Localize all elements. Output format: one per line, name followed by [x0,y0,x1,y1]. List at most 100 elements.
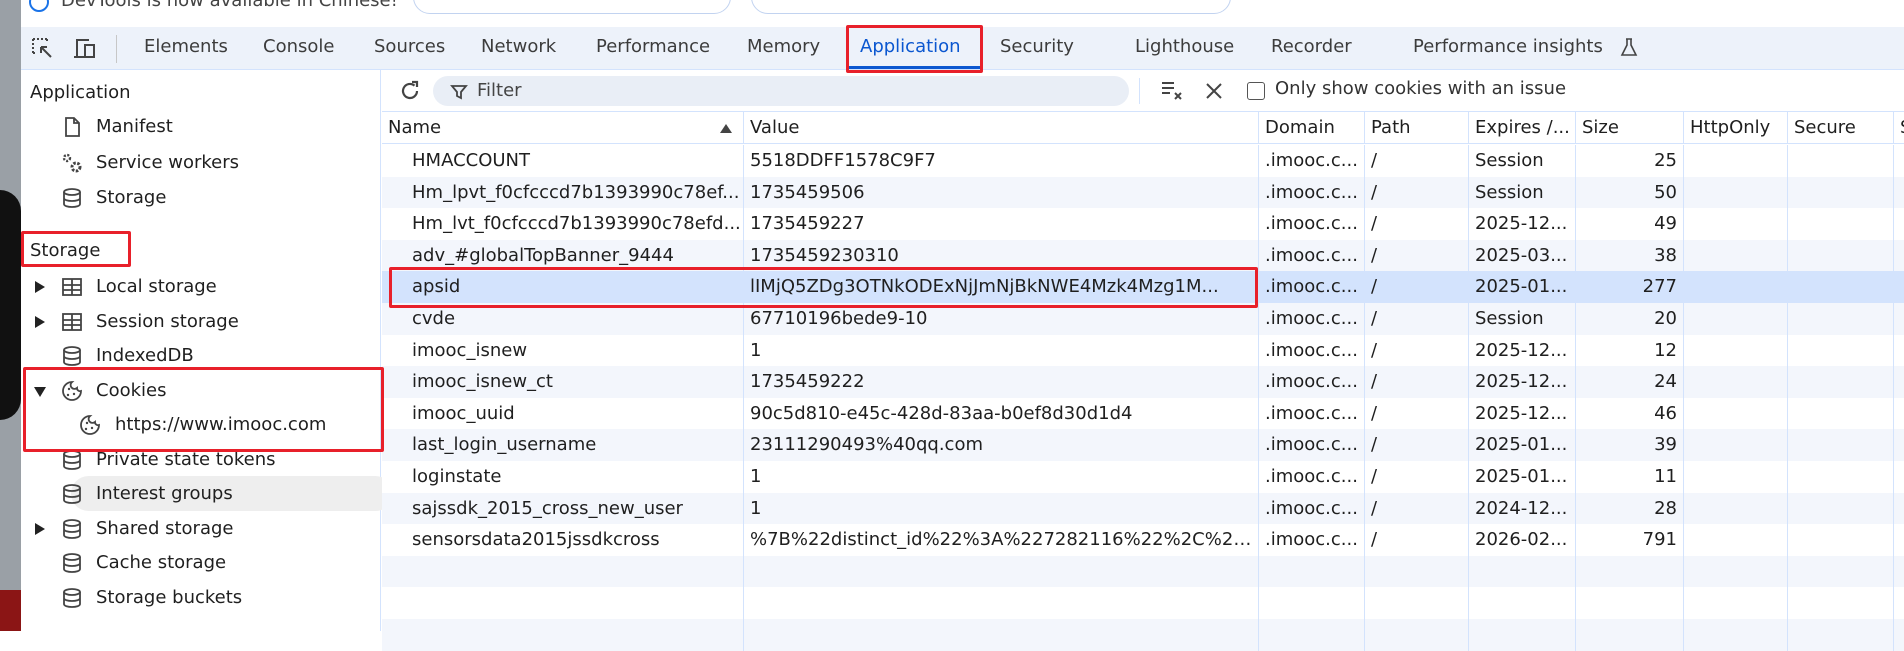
cell-name [382,619,744,651]
cell-expires: 2025-01... [1469,461,1576,493]
cell-size: 277 [1576,271,1684,303]
sidebar-item-label: Manifest [96,116,173,137]
tab-network[interactable]: Network [481,36,556,57]
tab-performance[interactable]: Performance [596,36,710,57]
tab-elements[interactable]: Elements [144,36,228,57]
column-header-value[interactable]: Value [744,112,1259,144]
cell-value: 1735459506 [744,176,1259,209]
expand-arrow-icon[interactable] [35,522,45,535]
sidebar-item-cache-storage[interactable]: Cache storage [21,548,381,578]
expand-arrow-icon[interactable] [35,315,45,328]
cell-name: Hm_lpvt_f0cfcccd7b1393990c78ef... [382,176,744,209]
expand-arrow-icon[interactable] [35,281,45,293]
filter-input[interactable]: Filter [433,76,1129,106]
column-header-httponly[interactable]: HttpOnly [1684,112,1788,144]
tab-sources[interactable]: Sources [374,36,445,57]
table-row[interactable]: imooc_uuid 90c5d810-e45c-428d-83aa-b0ef8d… [382,397,1904,430]
column-header-domain[interactable]: Domain [1259,112,1365,144]
cell-path: / [1365,366,1469,398]
table-row[interactable] [382,587,1904,619]
cell-path: / [1365,397,1469,430]
cell-domain: .imooc.c... [1259,429,1365,461]
table-row[interactable]: sensorsdata2015jssdkcross %7B%22distinct_… [382,524,1904,556]
sidebar-item-local-storage[interactable]: Local storage [21,272,381,302]
tab-lighthouse[interactable]: Lighthouse [1135,36,1234,57]
cell-secure [1788,429,1894,461]
table-row[interactable]: Hm_lvt_f0cfcccd7b1393990c78efd... 1735459… [382,208,1904,240]
column-header-expires[interactable]: Expires /... [1469,112,1576,144]
device-toolbar-icon[interactable] [73,37,99,61]
table-row[interactable]: sajssdk_2015_cross_new_user 1 .imooc.c... /… [382,492,1904,525]
cell-httponly [1684,429,1788,461]
cell-expires: 2025-12... [1469,208,1576,240]
sidebar-item-shared-storage[interactable]: Shared storage [21,514,381,544]
banner-button[interactable] [413,0,731,14]
table-row[interactable]: imooc_isnew_ct 1735459222 .imooc.c.../2025… [382,366,1904,398]
cell-domain [1259,555,1365,588]
tab-memory[interactable]: Memory [747,36,820,57]
sidebar-item-manifest[interactable]: Manifest [21,112,381,142]
sidebar-item-storage[interactable]: Storage [21,183,381,213]
table-row[interactable]: imooc_isnew 1 .imooc.c.../2025-12... 12 [382,334,1904,367]
tab-recorder[interactable]: Recorder [1271,36,1352,57]
cell-name: sensorsdata2015jssdkcross [382,524,744,556]
sidebar-item-service-workers[interactable]: Service workers [21,148,381,178]
inspect-element-icon[interactable] [31,37,55,61]
sidebar-item-label: Shared storage [96,517,234,539]
clear-filtered-cookies-icon[interactable] [1160,79,1186,103]
table-row[interactable]: last_login_username 23111290493%40qq.com.… [382,429,1904,461]
application-sidebar: Application Manifest Service workers Storag… [21,70,393,631]
column-header-size[interactable]: Size [1576,112,1684,144]
cookies-table: Name Value Domain Path Expires /... Size HttpO… [382,112,1904,651]
only-issues-label: Only show cookies with an issue [1275,78,1567,99]
database-icon [63,518,81,539]
sidebar-item-session-storage[interactable]: Session storage [21,307,381,337]
banner-button[interactable] [751,0,1231,14]
table-row[interactable] [382,619,1904,651]
cell-httponly [1684,145,1788,177]
cell-domain: .imooc.c... [1259,145,1365,177]
cell-path: / [1365,239,1469,272]
column-header-secure[interactable]: Secure [1788,112,1894,144]
cell-path: / [1365,461,1469,493]
sidebar-item-storage-buckets[interactable]: Storage buckets [21,583,381,613]
sidebar-item-label: Application [30,82,131,103]
cell-expires: 2026-02... [1469,524,1576,556]
table-row[interactable]: loginstate 1 .imooc.c.../2025-01... 11 [382,461,1904,493]
cell-domain: .imooc.c... [1259,461,1365,493]
cell-value: 1 [744,334,1259,367]
cell-expires: 2024-12... [1469,492,1576,525]
column-header-name[interactable]: Name [382,112,744,144]
cell-httponly [1684,492,1788,525]
cell-secure [1788,208,1894,240]
cell-size: 38 [1576,239,1684,272]
only-issues-checkbox[interactable] [1247,82,1265,100]
cell-s [1894,366,1904,398]
cell-httponly [1684,208,1788,240]
cell-secure [1788,492,1894,525]
table-row[interactable]: Hm_lpvt_f0cfcccd7b1393990c78ef... 1735459… [382,176,1904,209]
cell-httponly [1684,397,1788,430]
database-icon [63,188,81,208]
tab-performance-insights[interactable]: Performance insights [1413,36,1603,57]
cell-path: / [1365,334,1469,367]
cell-value: 5518DDFF1578C9F7 [744,145,1259,177]
cell-domain: .imooc.c... [1259,366,1365,398]
sidebar-item-interest-groups[interactable]: Interest groups [21,479,381,509]
tab-security[interactable]: Security [1000,36,1074,57]
column-header-s[interactable]: S [1894,112,1904,144]
cell-size [1576,619,1684,651]
delete-selected-icon[interactable] [1204,81,1224,101]
cell-s [1894,303,1904,335]
table-icon [62,278,82,296]
column-header-path[interactable]: Path [1365,112,1469,144]
table-row[interactable]: HMACCOUNT 5518DDFF1578C9F7 .imooc.c... / Ses… [382,145,1904,177]
refresh-icon[interactable] [398,79,422,103]
cell-secure [1788,334,1894,367]
banner-text: DevTools is now available in Chinese! [61,0,398,11]
tab-console[interactable]: Console [263,36,334,57]
table-row[interactable] [382,555,1904,588]
cell-s [1894,461,1904,493]
cell-s [1894,619,1904,651]
cell-size: 25 [1576,145,1684,177]
